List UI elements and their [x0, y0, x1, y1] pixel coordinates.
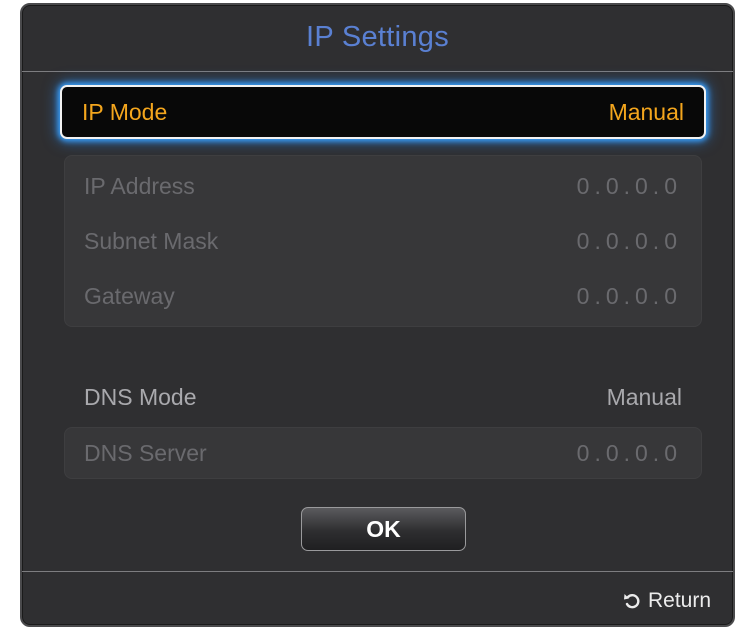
dns-mode-value: Manual: [606, 383, 682, 410]
gateway-label: Gateway: [84, 282, 175, 309]
return-arrow-icon[interactable]: [622, 591, 642, 611]
dialog-footer: Return: [22, 572, 733, 625]
dialog-title: IP Settings: [305, 21, 450, 53]
dns-server-label: DNS Server: [84, 439, 207, 466]
dns-server-value: 0.0.0.0: [576, 439, 682, 466]
gateway-value: 0.0.0.0: [576, 282, 682, 309]
ip-address-value: 0.0.0.0: [576, 172, 682, 199]
dns-mode-selector[interactable]: DNS Mode Manual: [64, 371, 702, 423]
subnet-mask-label: Subnet Mask: [84, 227, 219, 254]
gateway-field[interactable]: Gateway 0.0.0.0: [64, 270, 702, 322]
dialog-header: IP Settings: [22, 5, 733, 70]
ip-address-label: IP Address: [84, 172, 195, 199]
subnet-mask-value: 0.0.0.0: [576, 227, 682, 254]
dns-mode-label: DNS Mode: [84, 383, 197, 410]
header-divider: [22, 71, 733, 72]
ip-mode-label: IP Mode: [82, 98, 168, 125]
ip-settings-dialog: IP Settings IP Mode Manual IP Address 0.…: [20, 3, 735, 627]
ok-button[interactable]: OK: [301, 507, 466, 551]
ip-address-field[interactable]: IP Address 0.0.0.0: [64, 160, 702, 212]
subnet-mask-field[interactable]: Subnet Mask 0.0.0.0: [64, 215, 702, 267]
dns-server-field[interactable]: DNS Server 0.0.0.0: [64, 427, 702, 479]
ip-mode-selector[interactable]: IP Mode Manual: [60, 85, 706, 139]
return-label[interactable]: Return: [648, 589, 711, 613]
ip-mode-value: Manual: [608, 98, 684, 125]
